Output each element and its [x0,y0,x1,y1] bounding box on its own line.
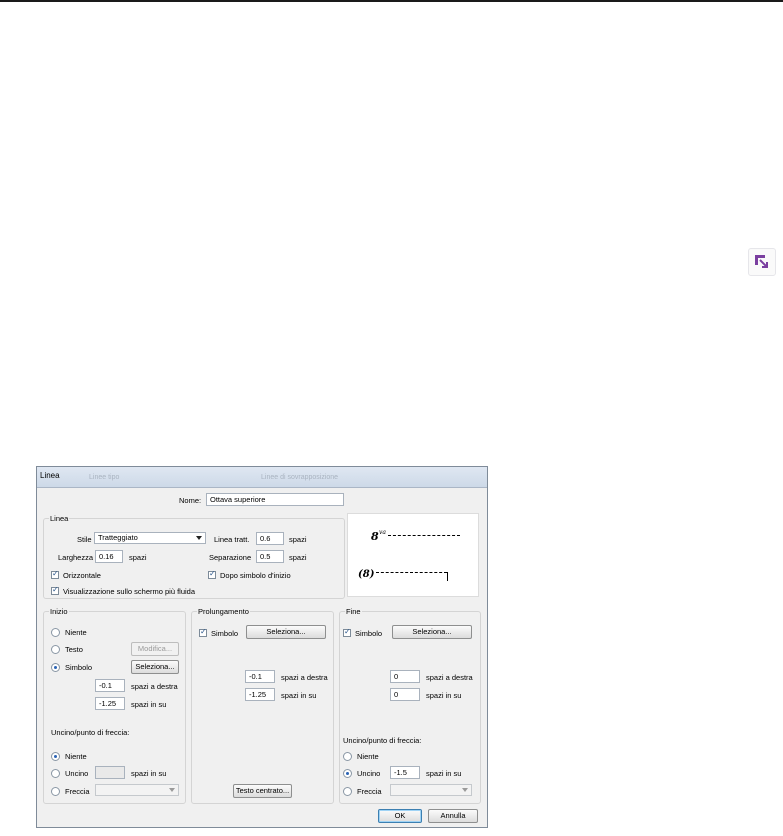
ok-button[interactable]: OK [378,809,422,823]
modifica-button[interactable]: Modifica... [131,642,179,656]
preview-top-symbol: 8 [371,530,379,543]
orizzontale-label: Orizzontale [63,571,101,580]
dopo-simbolo-checkbox[interactable] [208,569,216,579]
linea-legend: Linea [49,514,70,523]
insert-dialog-icon-glyph [755,255,768,268]
inizio-hook-uncino-label: Uncino [65,769,89,778]
separazione-unit: spazi [289,553,307,562]
linea-tratt-field[interactable]: 0.6 [256,532,284,545]
insert-dialog-icon[interactable] [748,248,776,276]
preview-top-sup: va [379,529,386,536]
prolungamento-destra-label: spazi a destra [281,673,328,682]
inizio-hook-uncino-radio[interactable] [51,769,60,778]
larghezza-unit: spazi [129,553,147,562]
fine-hook-uncino-radio[interactable] [343,769,352,778]
fine-freccia-select[interactable] [390,784,472,796]
line-preview: 8 va (8) [347,513,479,597]
inizio-destra-label: spazi a destra [131,682,178,691]
separazione-label: Separazione [209,553,252,562]
name-label: Nome: [179,496,202,505]
inizio-testo-radio[interactable] [51,645,60,654]
inizio-hook-niente-radio[interactable] [51,752,60,761]
inizio-su-label: spazi in su [131,700,167,709]
fine-simbolo-checkbox[interactable] [343,627,351,637]
annulla-button[interactable]: Annulla [428,809,478,823]
larghezza-label: Larghezza [58,553,94,562]
prolungamento-simbolo-label: Simbolo [211,629,239,638]
visualizzazione-checkbox[interactable] [51,585,59,595]
inizio-su-field[interactable]: -1.25 [95,697,125,710]
inizio-seleziona-button[interactable]: Seleziona... [131,660,179,674]
inizio-hook-uncino-field[interactable] [95,766,125,779]
orizzontale-checkbox[interactable] [51,569,59,579]
prolungamento-legend: Prolungamento [197,607,250,616]
inizio-niente-radio[interactable] [51,628,60,637]
inizio-hook-niente-label: Niente [65,752,87,761]
preview-end-hook [447,572,448,581]
inizio-niente-label: Niente [65,628,87,637]
prolungamento-su-label: spazi in su [281,691,317,700]
fine-hook-freccia-radio[interactable] [343,787,352,796]
preview-bottom-dashed-line [376,572,447,573]
fine-uncino-legend: Uncino/punto di freccia: [343,736,422,745]
fine-su-label: spazi in su [426,691,462,700]
inizio-hook-uncino-unit: spazi in su [131,769,167,778]
prolungamento-group [191,611,334,804]
linea-tratt-label: Linea tratt. [214,535,250,544]
testo-centrato-button[interactable]: Testo centrato... [233,784,292,798]
preview-bottom-symbol: (8) [358,569,375,580]
linea-dialog: Linea Linee tipo Linee di sovrapposizion… [36,466,488,828]
fine-destra-label: spazi a destra [426,673,473,682]
chevron-down-icon [196,536,202,540]
fine-hook-niente-radio[interactable] [343,752,352,761]
name-field[interactable]: Ottava superiore [206,493,344,506]
linea-tratt-unit: spazi [289,535,307,544]
fine-hook-uncino-unit: spazi in su [426,769,462,778]
prolungamento-su-field[interactable]: -1.25 [245,688,275,701]
fine-destra-field[interactable]: 0 [390,670,420,683]
inizio-simbolo-radio[interactable] [51,663,60,672]
inizio-legend: Inizio [49,607,69,616]
prolungamento-seleziona-button[interactable]: Seleziona... [246,625,326,639]
ghost-tab-1: Linee tipo [89,474,120,481]
visualizzazione-label: Visualizzazione sullo schermo più fluida [63,587,196,596]
fine-hook-niente-label: Niente [357,752,379,761]
inizio-uncino-legend: Uncino/punto di freccia: [51,728,130,737]
prolungamento-destra-field[interactable]: -0.1 [245,670,275,683]
preview-top-dashed-line [388,535,460,536]
separazione-field[interactable]: 0.5 [256,550,284,563]
fine-simbolo-label: Simbolo [355,629,383,638]
dialog-titlebar[interactable]: Linea Linee tipo Linee di sovrapposizion… [37,467,487,488]
chevron-down-icon [462,788,468,792]
prolungamento-simbolo-checkbox[interactable] [199,627,207,637]
inizio-freccia-select[interactable] [95,784,179,796]
larghezza-field[interactable]: 0.16 [95,550,123,563]
inizio-destra-field[interactable]: -0.1 [95,679,125,692]
fine-seleziona-button[interactable]: Seleziona... [392,625,472,639]
fine-legend: Fine [345,607,362,616]
chevron-down-icon [169,788,175,792]
inizio-hook-freccia-radio[interactable] [51,787,60,796]
stile-select[interactable]: Tratteggiato [94,532,206,544]
top-border-line [0,0,783,2]
fine-su-field[interactable]: 0 [390,688,420,701]
ghost-tab-2: Linee di sovrapposizione [261,474,339,481]
inizio-hook-freccia-label: Freccia [65,787,90,796]
inizio-simbolo-label: Simbolo [65,663,93,672]
fine-hook-freccia-label: Freccia [357,787,382,796]
stile-value: Tratteggiato [98,533,138,542]
inizio-testo-label: Testo [65,645,83,654]
dopo-simbolo-label: Dopo simbolo d'inizio [220,571,291,580]
fine-hook-uncino-label: Uncino [357,769,381,778]
dialog-title: Linea [40,471,60,480]
stile-label: Stile [77,535,92,544]
fine-hook-uncino-field[interactable]: -1.5 [390,766,420,779]
